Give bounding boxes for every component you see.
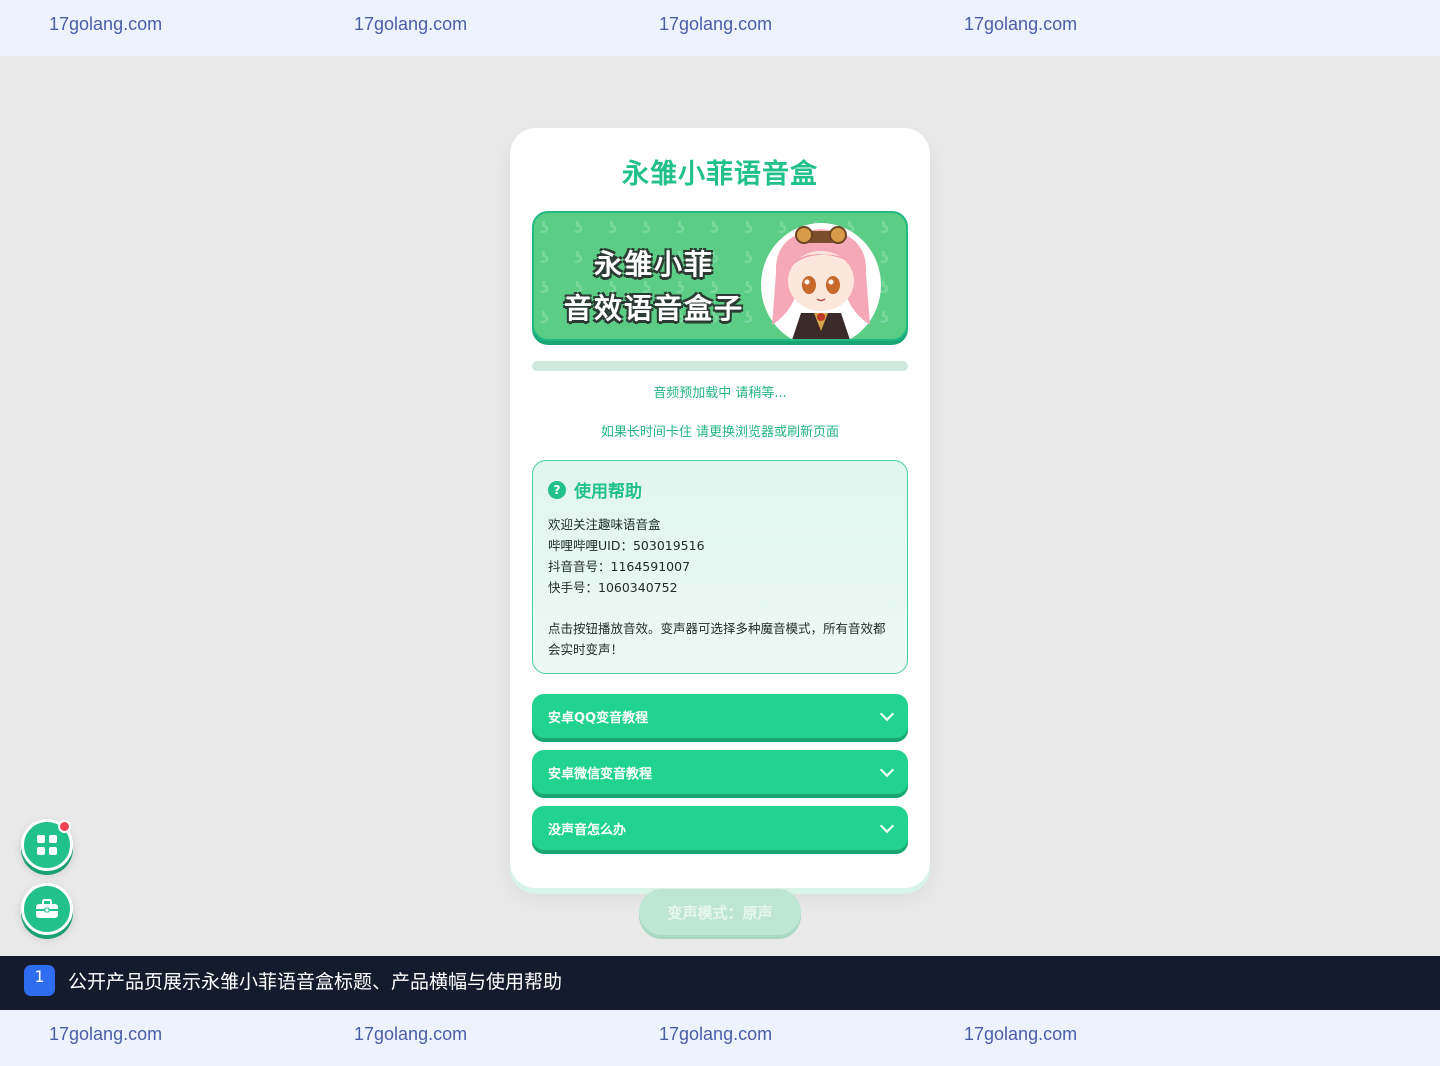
- accordion-android-qq[interactable]: 安卓QQ变音教程: [532, 694, 908, 738]
- watermark-text: 17golang.com: [659, 1024, 773, 1044]
- watermark-bar-top: 17golang.com 17golang.com 17golang.com 1…: [0, 0, 1440, 56]
- help-content: 欢迎关注趣味语音盒 哔哩哔哩UID：503019516 抖音音号：1164591…: [548, 514, 892, 660]
- mascot-illustration: [761, 223, 881, 339]
- watermark-text: 17golang.com: [659, 14, 773, 34]
- banner-line-2: 音效语音盒子: [563, 292, 744, 325]
- watermark-text: 17golang.com: [964, 1024, 1078, 1044]
- watermark-text: 17golang.com: [49, 1024, 163, 1044]
- loading-hint: 如果长时间卡住 请更换浏览器或刷新页面: [600, 425, 840, 440]
- help-title: 使用帮助: [574, 482, 642, 502]
- notification-dot: [58, 820, 71, 833]
- caption-text: 公开产品页展示永雏小菲语音盒标题、产品横幅与使用帮助: [68, 971, 563, 993]
- product-banner: ʖ 永雏小菲 音效语音盒子: [532, 211, 908, 341]
- watermark-text: 17golang.com: [354, 1024, 468, 1044]
- grid-icon: [37, 835, 57, 855]
- accordion-label: 安卓微信变音教程: [548, 766, 653, 782]
- caption-bar: 1 公开产品页展示永雏小菲语音盒标题、产品横幅与使用帮助: [0, 956, 1440, 1010]
- accordion-android-wechat[interactable]: 安卓微信变音教程: [532, 750, 908, 794]
- chevron-down-icon: [879, 818, 895, 833]
- watermark-text: 17golang.com: [49, 14, 163, 34]
- accordion-no-sound[interactable]: 没声音怎么办: [532, 806, 908, 850]
- question-icon: ?: [548, 480, 566, 499]
- chevron-down-icon: [879, 762, 895, 777]
- caption-number: 1: [24, 965, 55, 996]
- watermark-bar-bottom: 17golang.com 17golang.com 17golang.com 1…: [0, 1010, 1440, 1066]
- help-line: 哔哩哔哩UID：503019516: [548, 538, 705, 553]
- loading-progress-bar: [532, 361, 908, 371]
- chevron-down-icon: [879, 706, 895, 721]
- watermark-text: 17golang.com: [354, 14, 468, 34]
- help-line: 欢迎关注趣味语音盒: [548, 517, 661, 532]
- banner-line-1: 永雏小菲: [593, 248, 714, 281]
- tools-fab[interactable]: [21, 883, 73, 935]
- help-panel: ? 使用帮助 欢迎关注趣味语音盒 哔哩哔哩UID：503019516 抖音音号：…: [532, 460, 908, 674]
- loading-status: 音频预加载中 请稍等...: [653, 386, 787, 401]
- help-header: ? 使用帮助: [548, 477, 892, 502]
- voice-box-card: 永雏小菲语音盒 ʖ 永雏小菲 音效语音盒子: [510, 128, 930, 888]
- page-title: 永雏小菲语音盒: [622, 159, 818, 190]
- accordion-label: 没声音怎么办: [548, 822, 627, 838]
- watermark-text: 17golang.com: [964, 14, 1078, 34]
- voice-mode-button[interactable]: 变声模式：原声: [639, 889, 801, 935]
- toolbox-icon: [36, 899, 58, 918]
- help-line: 快手号：1060340752: [548, 580, 678, 595]
- help-line: 抖音音号：1164591007: [548, 559, 691, 574]
- help-instruction: 点击按钮播放音效。变声器可选择多种魔音模式，所有音效都会实时变声！: [548, 621, 886, 657]
- menu-fab[interactable]: [21, 819, 73, 871]
- accordion-label: 安卓QQ变音教程: [548, 710, 649, 726]
